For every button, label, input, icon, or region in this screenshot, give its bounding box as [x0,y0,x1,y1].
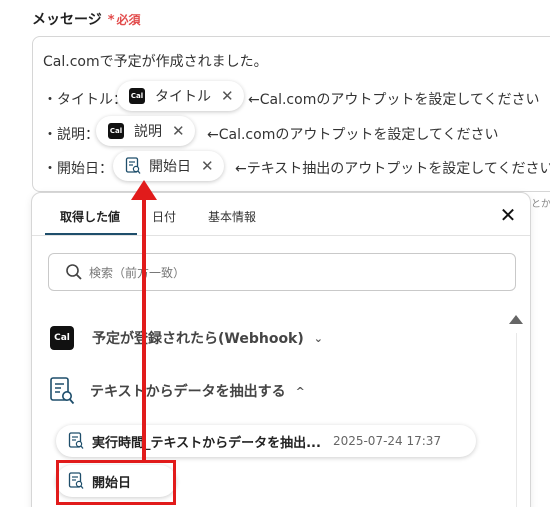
required-star: * [107,13,115,28]
tab-date[interactable]: 日付 [152,208,176,225]
message-prefix-title: ・タイトル： [43,92,127,108]
hint-title: ←Cal.comのアウトプットを設定してください [248,92,540,108]
chevron-up-icon: ^ [295,384,305,398]
variable-chip-start-date[interactable]: 開始日 ✕ [113,151,224,181]
scrollbar[interactable] [516,333,517,507]
search-placeholder: 検索（前方一致） [89,265,186,280]
document-search-icon [125,157,141,175]
chip-label: 開始日 [149,159,191,175]
remove-chip-icon[interactable]: ✕ [172,122,185,140]
highlight-box [56,460,176,505]
field-label-text: メッセージ [32,12,102,28]
document-search-icon [68,432,84,449]
search-icon [66,264,82,280]
variable-chip-title[interactable]: Cal タイトル ✕ [117,81,244,111]
message-field-label: メッセージ * 必須 [32,9,141,29]
message-line-1: Cal.comで予定が作成されました。 [43,54,268,70]
result-execution-time[interactable]: 実行時間_テキストからデータを抽出... 2025-07-24 17:37 [56,425,476,457]
cal-icon: Cal [129,88,145,104]
hint-start-date: ←テキスト抽出のアウトプットを設定してください [235,161,550,177]
scroll-up-arrow-icon[interactable] [509,315,523,324]
tab-retrieved-values[interactable]: 取得した値 [60,208,120,225]
clipped-help-text: とか [531,199,550,210]
message-prefix-description: ・説明： [43,127,99,143]
hint-description: ←Cal.comのアウトプットを設定してください [207,127,499,143]
close-icon[interactable]: ✕ [496,203,520,227]
section-text-extract[interactable]: テキストからデータを抽出する ^ [48,376,305,406]
remove-chip-icon[interactable]: ✕ [221,87,234,105]
result-label: 実行時間_テキストからデータを抽出... [92,435,321,451]
cal-icon: Cal [108,123,124,139]
section-webhook-trigger[interactable]: Cal 予定が登録されたら(Webhook) ⌄ [50,326,323,350]
result-timestamp: 2025-07-24 17:37 [332,434,442,448]
tab-divider [32,235,530,236]
remove-chip-icon[interactable]: ✕ [201,157,214,175]
search-input[interactable]: 検索（前方一致） [48,253,516,291]
message-textarea[interactable]: Cal.comで予定が作成されました。 ・タイトル： Cal タイトル ✕ ←C… [32,36,550,192]
section-label: テキストからデータを抽出する [90,384,286,400]
tab-basic-info[interactable]: 基本情報 [208,208,256,225]
variable-chip-description[interactable]: Cal 説明 ✕ [96,116,195,146]
required-text: 必須 [116,13,141,27]
chevron-down-icon: ⌄ [313,331,323,345]
chip-label: 説明 [134,124,162,140]
section-label: 予定が登録されたら(Webhook) [92,331,304,347]
message-prefix-start-date: ・開始日： [43,161,113,177]
chip-label: タイトル [155,89,211,105]
cal-logo-icon: Cal [50,326,74,350]
document-search-icon [50,377,75,405]
